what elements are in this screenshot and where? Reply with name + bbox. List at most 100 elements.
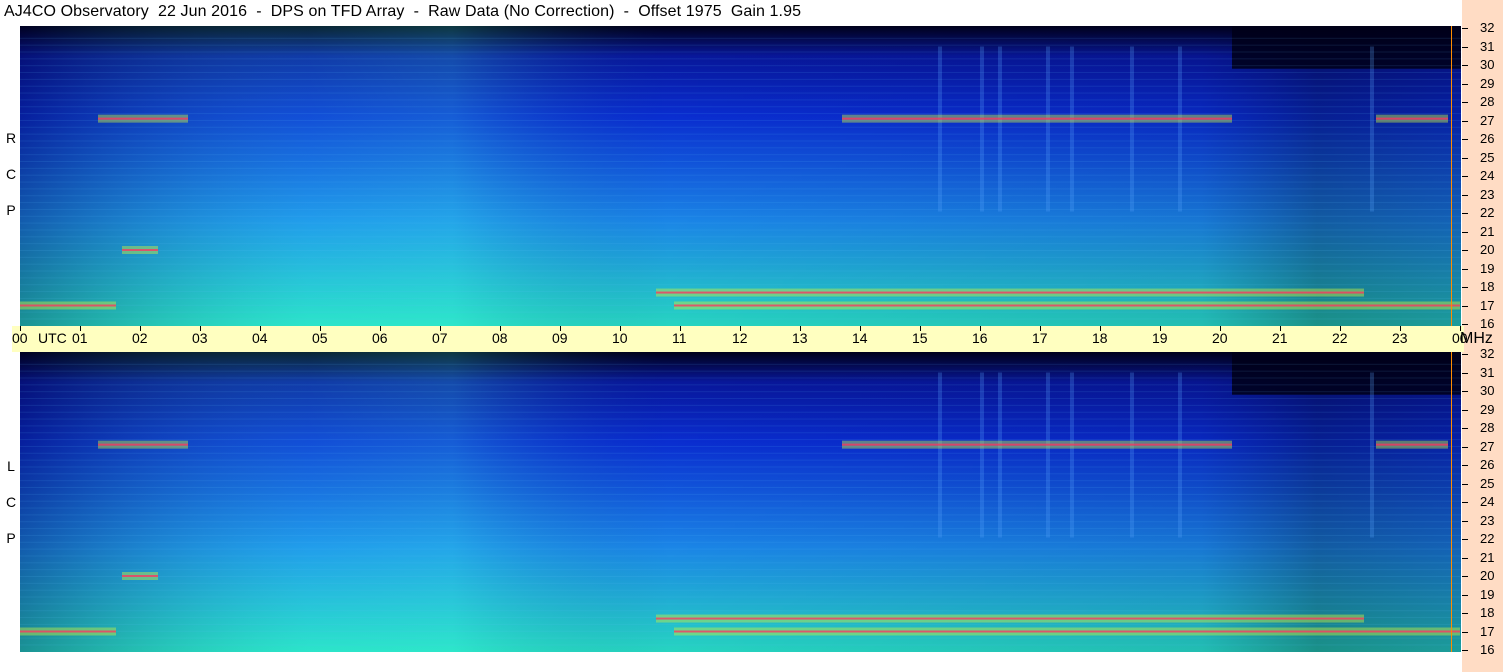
interference-line (20, 106, 1461, 108)
frequency-tick-label: 21 (1480, 549, 1495, 565)
interference-line (20, 637, 1461, 639)
interference-line (20, 215, 1461, 217)
interference-line (20, 113, 1461, 115)
emission-band-core (656, 617, 1364, 620)
interference-line (20, 167, 1461, 169)
label-letter: C (5, 166, 17, 182)
time-tick-label: 03 (192, 330, 208, 346)
interference-line (20, 37, 1461, 39)
interference-line (20, 644, 1461, 646)
tick-mark (1462, 520, 1468, 522)
tick-mark (1462, 446, 1468, 448)
label-letter: P (6, 530, 16, 546)
tick-mark (1462, 139, 1468, 140)
time-tick-label: 18 (1092, 330, 1108, 346)
tick-mark (1462, 157, 1468, 159)
interference-line (20, 541, 1461, 543)
time-tick-label: 12 (732, 330, 748, 346)
interference-line (20, 250, 1461, 251)
interference-line (20, 384, 1461, 386)
emission-band-core (656, 291, 1364, 294)
panel-label-rcp: R C P (3, 120, 19, 228)
tick-mark (1462, 120, 1468, 122)
tick-mark (1462, 539, 1468, 540)
frequency-tick-label: 16 (1480, 642, 1495, 657)
frequency-tick-label: 27 (1480, 112, 1495, 128)
frequency-tick-label: 22 (1480, 205, 1495, 220)
vertical-streak (938, 46, 942, 212)
time-tick-label: 07 (432, 330, 448, 346)
frequency-tick-label: 18 (1480, 605, 1495, 620)
frequency-tick-label: 25 (1480, 149, 1495, 165)
vertical-streak (1046, 372, 1050, 538)
time-tick-label: 10 (612, 330, 628, 346)
frequency-tick-label: 30 (1480, 383, 1495, 398)
interference-line (20, 487, 1461, 489)
interference-line (20, 370, 1461, 372)
frequency-tick-label: 20 (1480, 568, 1495, 583)
tick-mark (1462, 194, 1468, 196)
tick-mark (1462, 46, 1468, 48)
frequency-tick-label: 24 (1480, 168, 1495, 183)
interference-line (20, 133, 1461, 135)
interference-line (20, 411, 1461, 413)
frequency-tick-label: 26 (1480, 457, 1495, 472)
frequency-tick-label: 27 (1480, 438, 1495, 454)
tick-mark (1462, 65, 1468, 66)
spectrogram-dark-region (1232, 352, 1461, 395)
frequency-tick-label: 26 (1480, 131, 1495, 146)
interference-line (20, 589, 1461, 591)
frequency-axis-lcp: 32 31 30 29 28 27 26 25 24 23 22 21 20 19 18 17 16 (1462, 346, 1503, 657)
tick-mark (1462, 287, 1468, 288)
interference-line (20, 243, 1461, 245)
frequency-tick-label: 31 (1480, 38, 1495, 54)
emission-band-core (842, 117, 1232, 120)
spectrogram-lcp (20, 352, 1461, 652)
panel-label-lcp: L C P (3, 448, 19, 556)
vertical-streak (1046, 46, 1050, 212)
tick-mark (1462, 213, 1468, 214)
tick-mark (1462, 465, 1468, 466)
tick-mark (1462, 324, 1468, 325)
time-cursor-line (1451, 26, 1452, 326)
interference-line (20, 404, 1461, 406)
interference-line (20, 582, 1461, 584)
emission-band-core (1376, 117, 1448, 120)
time-tick-label: 22 (1332, 330, 1348, 346)
spectrogram-dark-region (1232, 26, 1461, 69)
label-letter: R (5, 130, 17, 146)
emission-band-core (674, 630, 1460, 633)
interference-line (20, 466, 1461, 468)
interference-line (20, 208, 1461, 210)
frequency-tick-label: 17 (1480, 623, 1495, 639)
time-tick-label: 16 (972, 330, 988, 346)
emission-band-core (842, 443, 1232, 446)
frequency-tick-label: 23 (1480, 512, 1495, 528)
time-tick-label: 21 (1272, 330, 1288, 346)
interference-line (20, 576, 1461, 577)
tick-mark (1462, 28, 1468, 29)
label-letter: L (7, 458, 15, 474)
spectrogram-overlay (20, 352, 1461, 652)
tick-mark (1462, 354, 1468, 355)
interference-line (20, 263, 1461, 265)
emission-band-core (122, 249, 158, 251)
spectrogram-overlay (20, 26, 1461, 326)
interference-line (20, 284, 1461, 286)
interference-line (20, 58, 1461, 60)
emission-band-core (20, 630, 116, 633)
frequency-tick-label: 22 (1480, 531, 1495, 546)
tick-mark (1462, 409, 1468, 411)
vertical-streak (980, 372, 984, 538)
interference-line (20, 363, 1461, 365)
emission-band-core (98, 443, 188, 446)
time-tick-label: 06 (372, 330, 388, 346)
interference-line (20, 126, 1461, 128)
interference-line (20, 418, 1461, 420)
frequency-tick-label: 19 (1480, 260, 1495, 276)
time-tick-label: 13 (792, 330, 808, 346)
vertical-streak (1178, 372, 1182, 538)
interference-line (20, 256, 1461, 258)
tick-mark (1462, 483, 1468, 485)
interference-line (20, 459, 1461, 461)
